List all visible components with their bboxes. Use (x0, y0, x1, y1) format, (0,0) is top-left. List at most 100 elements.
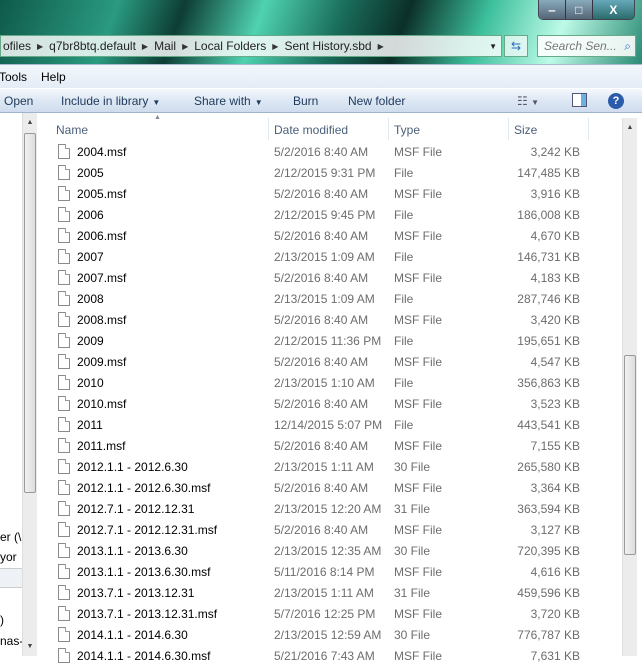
file-name: 2011 (77, 418, 103, 432)
file-row[interactable]: 2011 12/14/2015 5:07 PM File 443,541 KB (40, 414, 620, 435)
nav-scrollbar[interactable]: ▲ ▼ (22, 113, 37, 656)
chevron-right-icon[interactable]: ▶ (182, 42, 188, 51)
column-divider[interactable] (268, 118, 269, 140)
file-size: 4,547 KB (530, 355, 580, 369)
file-row[interactable]: 2009 2/12/2015 11:36 PM File 195,651 KB (40, 330, 620, 351)
column-divider[interactable] (388, 118, 389, 140)
file-icon (58, 312, 70, 327)
breadcrumb-sent-history[interactable]: Sent History.sbd (284, 39, 371, 53)
file-row[interactable]: 2013.1.1 - 2013.6.30 2/13/2015 12:35 AM … (40, 540, 620, 561)
file-row[interactable]: 2014.1.1 - 2014.6.30 2/13/2015 12:59 AM … (40, 624, 620, 645)
file-row[interactable]: 2013.1.1 - 2013.6.30.msf 5/11/2016 8:14 … (40, 561, 620, 582)
column-name[interactable]: Name (56, 123, 88, 137)
file-type: 31 File (394, 502, 431, 516)
chevron-right-icon[interactable]: ▶ (378, 42, 384, 51)
breadcrumb-local-folders[interactable]: Local Folders (194, 39, 266, 53)
file-size: 459,596 KB (517, 586, 580, 600)
scroll-thumb[interactable] (24, 133, 36, 493)
breadcrumb-profiles[interactable]: ofiles (3, 39, 31, 53)
file-row[interactable]: 2013.7.1 - 2013.12.31.msf 5/7/2016 12:25… (40, 603, 620, 624)
file-row[interactable]: 2005.msf 5/2/2016 8:40 AM MSF File 3,916… (40, 183, 620, 204)
column-type[interactable]: Type (394, 123, 420, 137)
file-row[interactable]: 2004.msf 5/2/2016 8:40 AM MSF File 3,242… (40, 141, 620, 162)
burn-button[interactable]: Burn (293, 94, 318, 108)
file-name: 2013.1.1 - 2013.6.30 (77, 544, 188, 558)
file-size: 4,616 KB (530, 565, 580, 579)
file-size: 720,395 KB (517, 544, 580, 558)
nav-item[interactable]: yor (0, 550, 17, 564)
column-date-modified[interactable]: Date modified (274, 123, 348, 137)
file-type: MSF File (394, 229, 442, 243)
file-date: 2/13/2015 12:35 AM (274, 544, 382, 558)
file-row[interactable]: 2008.msf 5/2/2016 8:40 AM MSF File 3,420… (40, 309, 620, 330)
file-row[interactable]: 2012.1.1 - 2012.6.30.msf 5/2/2016 8:40 A… (40, 477, 620, 498)
breadcrumb-profile[interactable]: q7br8btq.default (49, 39, 136, 53)
menu-help[interactable]: Help (41, 70, 66, 84)
column-divider[interactable] (588, 118, 589, 140)
breadcrumb-mail[interactable]: Mail (154, 39, 176, 53)
file-row[interactable]: 2012.1.1 - 2012.6.30 2/13/2015 1:11 AM 3… (40, 456, 620, 477)
history-dropdown-icon[interactable]: ▼ (489, 42, 497, 51)
file-icon (58, 333, 70, 348)
nav-item[interactable]: ) (0, 613, 4, 627)
file-list-scrollbar[interactable]: ▲ (622, 118, 637, 656)
file-size: 3,523 KB (530, 397, 580, 411)
file-row[interactable]: 2007 2/13/2015 1:09 AM File 146,731 KB (40, 246, 620, 267)
chevron-right-icon[interactable]: ▶ (272, 42, 278, 51)
column-divider[interactable] (508, 118, 509, 140)
file-row[interactable]: 2008 2/13/2015 1:09 AM File 287,746 KB (40, 288, 620, 309)
chevron-right-icon[interactable]: ▶ (37, 42, 43, 51)
navigation-pane: er (\ yor ) nas- ▲ ▼ (0, 113, 37, 656)
refresh-button[interactable]: ⇆ (504, 35, 528, 57)
file-date: 5/11/2016 8:14 PM (274, 565, 375, 579)
scroll-thumb[interactable] (624, 355, 636, 555)
file-row[interactable]: 2009.msf 5/2/2016 8:40 AM MSF File 4,547… (40, 351, 620, 372)
file-date: 2/13/2015 1:10 AM (274, 376, 375, 390)
maximize-button[interactable]: □ (565, 0, 593, 19)
scroll-up-icon[interactable]: ▲ (23, 119, 37, 126)
close-button[interactable]: X (592, 0, 634, 19)
open-button[interactable]: Open (4, 94, 33, 108)
nav-item[interactable]: er (\ (0, 530, 21, 544)
file-row[interactable]: 2007.msf 5/2/2016 8:40 AM MSF File 4,183… (40, 267, 620, 288)
file-type: MSF File (394, 313, 442, 327)
include-in-library-button[interactable]: Include in library ▼ (61, 94, 160, 108)
file-row[interactable]: 2013.7.1 - 2013.12.31 2/13/2015 1:11 AM … (40, 582, 620, 603)
share-with-button[interactable]: Share with ▼ (194, 94, 263, 108)
nav-item[interactable]: nas- (0, 634, 23, 648)
address-bar[interactable]: ofiles ▶ q7br8btq.default ▶ Mail ▶ Local Fo… (0, 35, 502, 57)
file-name: 2006.msf (77, 229, 127, 243)
file-row[interactable]: 2010 2/13/2015 1:10 AM File 356,863 KB (40, 372, 620, 393)
scroll-down-icon[interactable]: ▼ (23, 643, 37, 650)
file-type: MSF File (394, 271, 442, 285)
share-label: Share with (194, 94, 251, 108)
preview-pane-icon[interactable] (572, 93, 587, 107)
file-row[interactable]: 2012.7.1 - 2012.12.31 2/13/2015 12:20 AM… (40, 498, 620, 519)
file-name: 2012.1.1 - 2012.6.30 (77, 460, 188, 474)
minimize-button[interactable]: ‒ (539, 0, 566, 19)
command-bar: Open Include in library ▼ Share with ▼ Bur… (0, 88, 642, 113)
column-headers: Name ▲ Date modified Type Size (40, 114, 620, 140)
scroll-up-icon[interactable]: ▲ (623, 124, 637, 131)
search-icon[interactable]: ⌕ (624, 36, 631, 56)
file-type: File (394, 250, 414, 264)
file-row[interactable]: 2010.msf 5/2/2016 8:40 AM MSF File 3,523… (40, 393, 620, 414)
file-row[interactable]: 2011.msf 5/2/2016 8:40 AM MSF File 7,155… (40, 435, 620, 456)
file-date: 2/13/2015 1:09 AM (274, 250, 375, 264)
view-options-icon[interactable]: ☷ ▼ (517, 94, 539, 108)
file-row[interactable]: 2006.msf 5/2/2016 8:40 AM MSF File 4,670… (40, 225, 620, 246)
menu-tools[interactable]: Tools (0, 70, 27, 84)
chevron-right-icon[interactable]: ▶ (142, 42, 148, 51)
new-folder-button[interactable]: New folder (348, 94, 405, 108)
search-input[interactable]: Search Sen... ⌕ (537, 35, 636, 57)
file-row[interactable]: 2005 2/12/2015 9:31 PM File 147,485 KB (40, 162, 620, 183)
file-row[interactable]: 2012.7.1 - 2012.12.31.msf 5/2/2016 8:40 … (40, 519, 620, 540)
help-icon[interactable]: ? (608, 93, 624, 109)
file-size: 4,670 KB (530, 229, 580, 243)
column-size[interactable]: Size (514, 123, 537, 137)
file-size: 3,720 KB (530, 607, 580, 621)
file-row[interactable]: 2006 2/12/2015 9:45 PM File 186,008 KB (40, 204, 620, 225)
file-icon (58, 480, 70, 495)
file-icon (58, 165, 70, 180)
file-icon (58, 270, 70, 285)
